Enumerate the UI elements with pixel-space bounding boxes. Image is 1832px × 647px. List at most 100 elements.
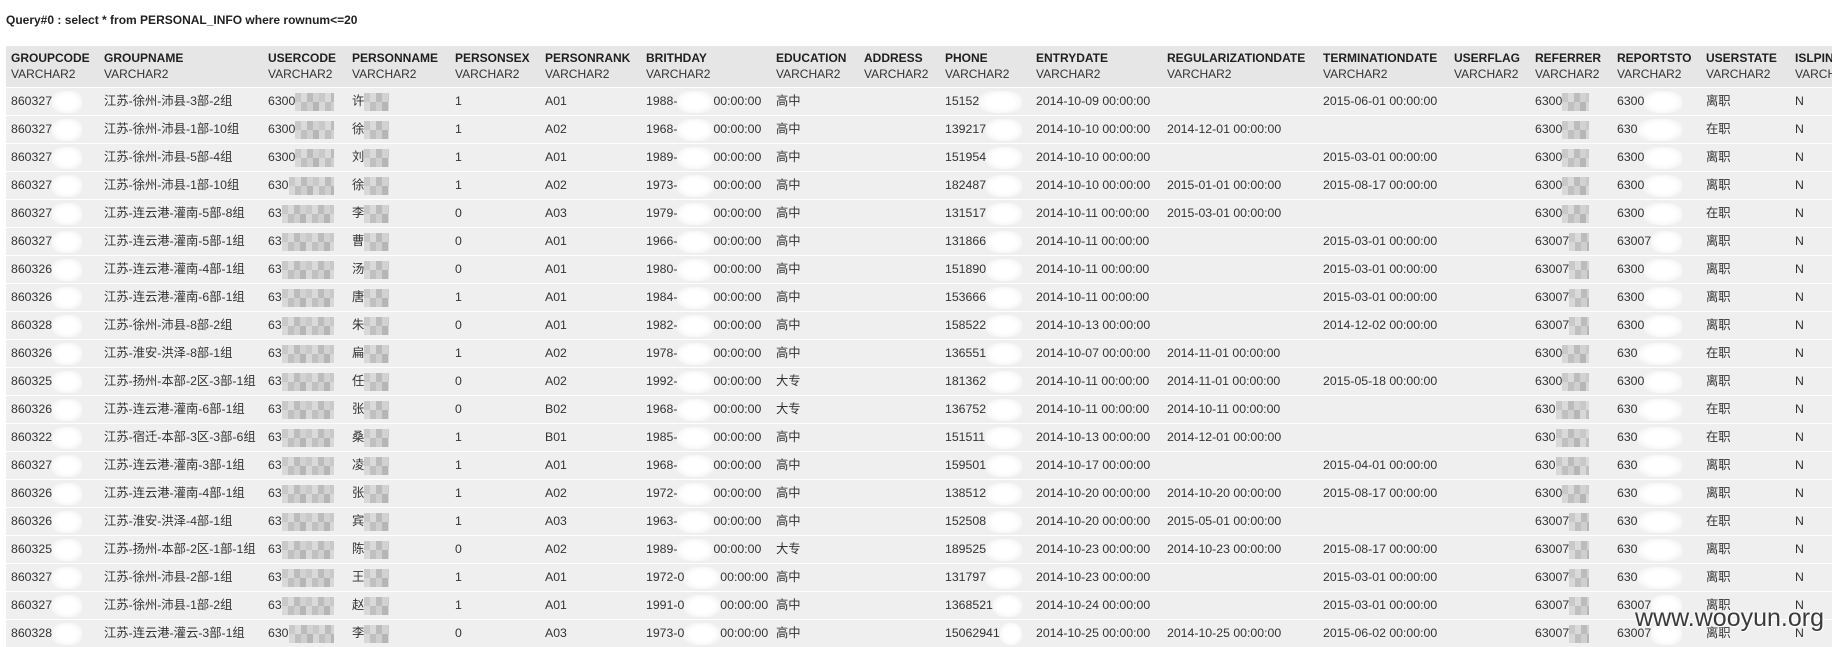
value-suffix: 00:00:00 [713,150,762,164]
redaction-mask [677,118,714,141]
cell-brithday: 1972- 00:00:00 [641,479,771,507]
cell-personsex: 1 [450,87,540,115]
table-row: 860322 江苏-宿迁-本部-3区-3部-6组 63 桑 1 B01 1985- 00:00… [6,423,1832,451]
cell-islpin: N [1790,423,1832,451]
cell-entrydate: 2014-10-20 00:00:00 [1031,507,1162,535]
value-visible: 860328 [11,626,53,640]
value-visible: 63007 [1535,542,1570,556]
value-visible: 63007 [1535,318,1570,332]
redaction-mask [1651,230,1682,253]
cell-regularizationdate: 2014-10-20 00:00:00 [1162,479,1318,507]
cell-terminationdate: 2015-08-17 00:00:00 [1318,171,1449,199]
cell-islpin: N [1790,283,1832,311]
cell-usercode: 63 [263,563,347,591]
column-type: VARCHAR2 [1323,67,1388,81]
value-visible: 63007 [1617,234,1652,248]
value-visible: 630 [268,626,289,640]
cell-regularizationdate: 2014-11-01 00:00:00 [1162,367,1318,395]
cell-personsex: 0 [450,367,540,395]
value-prefix: 1988- [646,94,678,108]
value-visible: 151511 [945,430,986,444]
column-type: VARCHAR2 [1535,67,1600,81]
cell-islpin: N [1790,395,1832,423]
redaction-mask [1569,596,1589,615]
cell-referrer: 63007 [1530,311,1612,339]
cell-groupname: 江苏-连云港-灌南-6部-1组 [99,395,263,423]
value-visible: 15152 [945,94,980,108]
value-visible: 860327 [11,570,53,584]
cell-islpin: N [1790,311,1832,339]
redaction-mask [1569,512,1589,531]
cell-userflag [1449,87,1530,115]
redaction-mask [1555,428,1589,447]
redaction-mask [1562,372,1589,391]
redaction-mask [295,148,334,167]
cell-userstate: 离职 [1701,255,1790,283]
value-prefix: 1968- [646,122,678,136]
cell-userstate: 离职 [1701,311,1790,339]
redaction-mask [52,594,82,617]
table-row: 860327 江苏-徐州-沛县-3部-2组 6300 许 1 A01 1988- 00:00:… [6,87,1832,115]
cell-userstate: 离职 [1701,283,1790,311]
cell-personname: 李 [347,199,450,227]
result-table: GROUPCODE VARCHAR2 GROUPNAME VARCHAR2 USERCO… [6,46,1832,647]
value-prefix: 1973-0 [646,626,685,640]
redaction-mask [1637,118,1682,141]
cell-userflag [1449,199,1530,227]
value-visible: 159501 [945,458,987,472]
redaction-mask [364,400,389,419]
cell-userstate: 离职 [1701,535,1790,563]
cell-brithday: 1968- 00:00:00 [641,451,771,479]
value-visible: 63 [268,486,282,500]
value-visible: 131866 [945,234,987,248]
value-visible: 张 [352,402,365,416]
cell-islpin: N [1790,479,1832,507]
value-visible: 6300 [1617,290,1645,304]
cell-reportsto: 630 [1612,535,1701,563]
value-visible: 许 [352,94,365,108]
value-visible: 136752 [945,402,987,416]
cell-groupcode: 860326 [6,395,99,423]
value-visible: 860326 [11,486,53,500]
value-visible: 凌 [352,458,365,472]
cell-education: 高中 [771,339,859,367]
cell-address [859,591,940,619]
redaction-mask [677,454,714,477]
value-suffix: 00:00:00 [713,234,762,248]
column-type: VARCHAR2 [646,67,711,81]
cell-phone: 138512 [940,479,1031,507]
redaction-mask [364,372,389,391]
value-suffix: 00:00:00 [713,178,762,192]
value-visible: 1368521 [945,598,993,612]
column-header-usercode: USERCODE VARCHAR2 [263,46,347,87]
redaction-mask [281,456,334,475]
cell-phone: 181362 [940,367,1031,395]
value-suffix: 00:00:00 [713,486,762,500]
column-type: VARCHAR2 [1036,67,1101,81]
cell-brithday: 1980- 00:00:00 [641,255,771,283]
redaction-mask [52,230,82,253]
cell-personrank: A03 [540,619,641,647]
value-visible: 136551 [945,346,987,360]
column-header-terminationdate: TERMINATIONDATE VARCHAR2 [1318,46,1449,87]
cell-brithday: 1966- 00:00:00 [641,227,771,255]
cell-entrydate: 2014-10-10 00:00:00 [1031,143,1162,171]
cell-entrydate: 2014-10-11 00:00:00 [1031,395,1162,423]
redaction-mask [364,316,389,335]
redaction-mask [1637,510,1682,533]
value-suffix: 00:00:00 [713,374,762,388]
cell-address [859,115,940,143]
value-visible: 63 [268,402,282,416]
cell-islpin: N [1790,87,1832,115]
cell-address [859,255,940,283]
redaction-mask [1569,316,1589,335]
cell-personname: 唐 [347,283,450,311]
cell-reportsto: 630 [1612,339,1701,367]
cell-personrank: A02 [540,367,641,395]
cell-phone: 151954 [940,143,1031,171]
redaction-mask [52,538,82,561]
value-visible: 860325 [11,542,53,556]
cell-education: 高中 [771,171,859,199]
table-row: 860326 江苏-淮安-洪泽-8部-1组 63 扁 1 A02 1978- 00:00:00… [6,339,1832,367]
value-visible: 630 [1535,458,1556,472]
